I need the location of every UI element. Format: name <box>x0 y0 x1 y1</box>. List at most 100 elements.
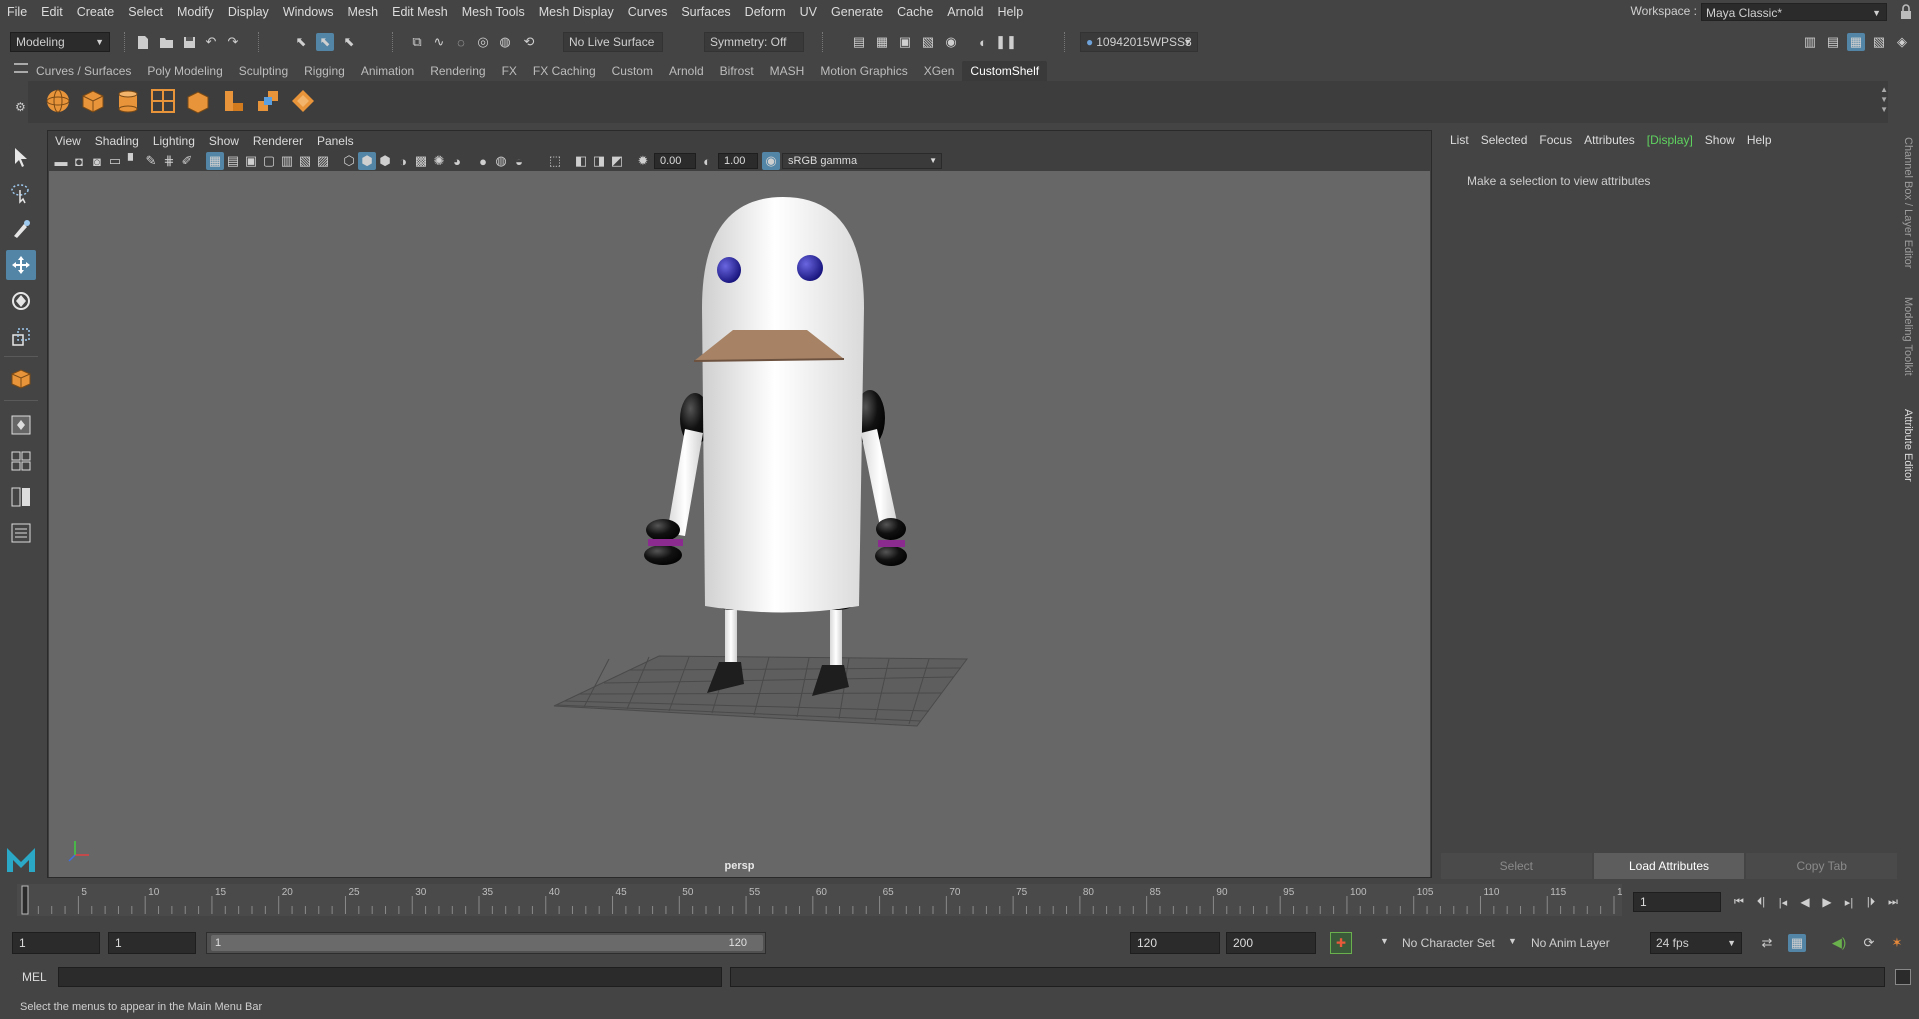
render-frame-icon[interactable]: ▤ <box>850 33 868 51</box>
shelf-tab-custom[interactable]: Custom <box>604 61 661 81</box>
shelf-tab-customshelf[interactable]: CustomShelf <box>962 61 1048 81</box>
lights-icon[interactable]: ✺ <box>430 152 448 170</box>
menu-edit-mesh[interactable]: Edit Mesh <box>385 0 455 24</box>
ae-menu-focus[interactable]: Focus <box>1533 127 1578 153</box>
hud-icon[interactable]: ▨ <box>314 152 332 170</box>
viewport-menu-renderer[interactable]: Renderer <box>246 131 310 151</box>
safe-action-icon[interactable]: ▥ <box>278 152 296 170</box>
single-view-layout-icon[interactable] <box>6 410 36 440</box>
anim-layer-label[interactable]: No Anim Layer <box>1531 936 1610 950</box>
shadows-icon[interactable]: ◕ <box>448 152 466 170</box>
menu-display[interactable]: Display <box>221 0 276 24</box>
shelf-tab-bifrost[interactable]: Bifrost <box>712 61 762 81</box>
exposure-field[interactable]: 0.00 <box>654 153 696 169</box>
shelf-menu-icon[interactable] <box>14 63 28 73</box>
save-scene-icon[interactable] <box>180 33 198 51</box>
shelf-scroll-icon[interactable]: ▲ ▼ ▼ <box>1880 85 1888 115</box>
isolate-select-icon[interactable]: ⬚ <box>546 152 564 170</box>
step-forward-key-icon[interactable]: ▸| <box>1838 896 1860 909</box>
render-settings-icon[interactable]: ▧ <box>919 33 937 51</box>
wireframe-on-shaded-icon[interactable]: ⬢ <box>376 152 394 170</box>
gate-mask-icon[interactable]: ▣ <box>242 152 260 170</box>
shelf-tab-rigging[interactable]: Rigging <box>296 61 353 81</box>
viewport-menu-lighting[interactable]: Lighting <box>146 131 202 151</box>
menu-uv[interactable]: UV <box>793 0 824 24</box>
symmetry-dropdown[interactable]: Symmetry: Off <box>704 32 804 52</box>
exposure-icon[interactable]: ✹ <box>634 152 652 170</box>
paint-select-icon[interactable] <box>6 214 36 244</box>
go-to-end-icon[interactable]: ⏭ <box>1882 896 1904 909</box>
mode-dropdown[interactable]: Modeling ▼ <box>10 32 110 52</box>
current-frame-field[interactable]: 1 <box>1633 892 1721 912</box>
menu-edit[interactable]: Edit <box>34 0 70 24</box>
layout-toggle-icon[interactable]: ▤ <box>1824 33 1842 51</box>
attribute-editor-toggle-icon[interactable]: ▦ <box>1847 33 1865 51</box>
poly-plane-icon[interactable] <box>149 87 177 115</box>
play-forwards-icon[interactable]: ▶ <box>1816 895 1838 909</box>
copy-tab-button[interactable]: Copy Tab <box>1746 853 1898 879</box>
menu-deform[interactable]: Deform <box>738 0 793 24</box>
field-chart-icon[interactable]: ▢ <box>260 152 278 170</box>
color-space-dropdown[interactable]: sRGB gamma ▼ <box>782 153 942 169</box>
go-to-start-icon[interactable]: ⏮ <box>1728 896 1750 909</box>
scale-tool-icon[interactable] <box>6 322 36 352</box>
channel-box-icon[interactable]: ◈ <box>1893 33 1911 51</box>
step-forward-frame-icon[interactable]: |⏵ <box>1860 896 1882 909</box>
select-object-icon[interactable]: ⬉ <box>316 33 334 51</box>
ambient-occlusion-icon[interactable]: ● <box>474 152 492 170</box>
backface-culling-icon[interactable]: ◩ <box>608 152 626 170</box>
shelf-tab-rendering[interactable]: Rendering <box>422 61 493 81</box>
resolution-gate-icon[interactable]: ▤ <box>224 152 242 170</box>
viewport-menu-panels[interactable]: Panels <box>310 131 361 151</box>
auto-key-icon[interactable]: ✚ <box>1330 932 1352 954</box>
shelf-tab-curves-surfaces[interactable]: Curves / Surfaces <box>28 61 139 81</box>
mel-command-input[interactable] <box>58 967 722 987</box>
textured-icon[interactable]: ◑ <box>394 152 412 170</box>
ae-menu-selected[interactable]: Selected <box>1475 127 1534 153</box>
animation-start-field[interactable]: 1 <box>12 932 100 954</box>
camera-select-icon[interactable]: ▬ <box>52 152 70 170</box>
menu-cache[interactable]: Cache <box>890 0 940 24</box>
shelf-tab-xgen[interactable]: XGen <box>916 61 963 81</box>
grid-toggle-icon[interactable]: ⋕ <box>160 152 178 170</box>
grease-pencil-icon[interactable]: ✎ <box>142 152 160 170</box>
range-slider-handle[interactable]: 1 120 <box>211 935 763 951</box>
poly-cube-icon[interactable] <box>79 87 107 115</box>
character-set-label[interactable]: No Character Set <box>1402 936 1495 950</box>
cache-playback-icon[interactable]: ▦ <box>1788 934 1806 952</box>
select-tool-icon[interactable] <box>6 142 36 172</box>
viewport-menu-shading[interactable]: Shading <box>88 131 146 151</box>
ae-menu-list[interactable]: List <box>1444 127 1475 153</box>
shelf-tab-mash[interactable]: MASH <box>762 61 813 81</box>
shelf-tab-motion-graphics[interactable]: Motion Graphics <box>812 61 915 81</box>
snap-grid-icon[interactable]: ⧉ <box>408 33 426 51</box>
animation-end-field[interactable]: 200 <box>1226 932 1316 954</box>
script-editor-icon[interactable] <box>1895 969 1911 985</box>
redo-icon[interactable]: ↷ <box>224 33 242 51</box>
pause-icon[interactable]: ❚❚ <box>995 33 1017 51</box>
motion-blur-icon[interactable]: ◍ <box>492 152 510 170</box>
undo-icon[interactable]: ↶ <box>202 33 220 51</box>
xray-icon[interactable]: ▩ <box>412 152 430 170</box>
lasso-tool-icon[interactable] <box>6 178 36 208</box>
menu-select[interactable]: Select <box>121 0 170 24</box>
snap-curve-icon[interactable]: ∿ <box>430 33 448 51</box>
ae-menu-help[interactable]: Help <box>1741 127 1778 153</box>
last-tool-cube-icon[interactable] <box>6 364 36 394</box>
ipr-render-icon[interactable]: ▣ <box>896 33 914 51</box>
bevel-icon[interactable] <box>254 87 282 115</box>
film-gate-icon[interactable]: ✐ <box>178 152 196 170</box>
shelf-tab-sculpting[interactable]: Sculpting <box>231 61 296 81</box>
shelf-tab-poly-modeling[interactable]: Poly Modeling <box>139 61 230 81</box>
shelf-tab-arnold[interactable]: Arnold <box>661 61 712 81</box>
grid-icon[interactable]: ▦ <box>206 152 224 170</box>
open-scene-icon[interactable] <box>157 33 175 51</box>
xray-active-icon[interactable]: ◨ <box>590 152 608 170</box>
select-button[interactable]: Select <box>1441 853 1592 879</box>
ae-menu-attributes[interactable]: Attributes <box>1578 127 1641 153</box>
xray-joints-icon[interactable]: ◧ <box>572 152 590 170</box>
new-scene-icon[interactable] <box>134 33 152 51</box>
menu-mesh-tools[interactable]: Mesh Tools <box>455 0 532 24</box>
select-hierarchy-icon[interactable]: ⬉ <box>292 33 310 51</box>
two-view-layout-icon[interactable] <box>6 482 36 512</box>
